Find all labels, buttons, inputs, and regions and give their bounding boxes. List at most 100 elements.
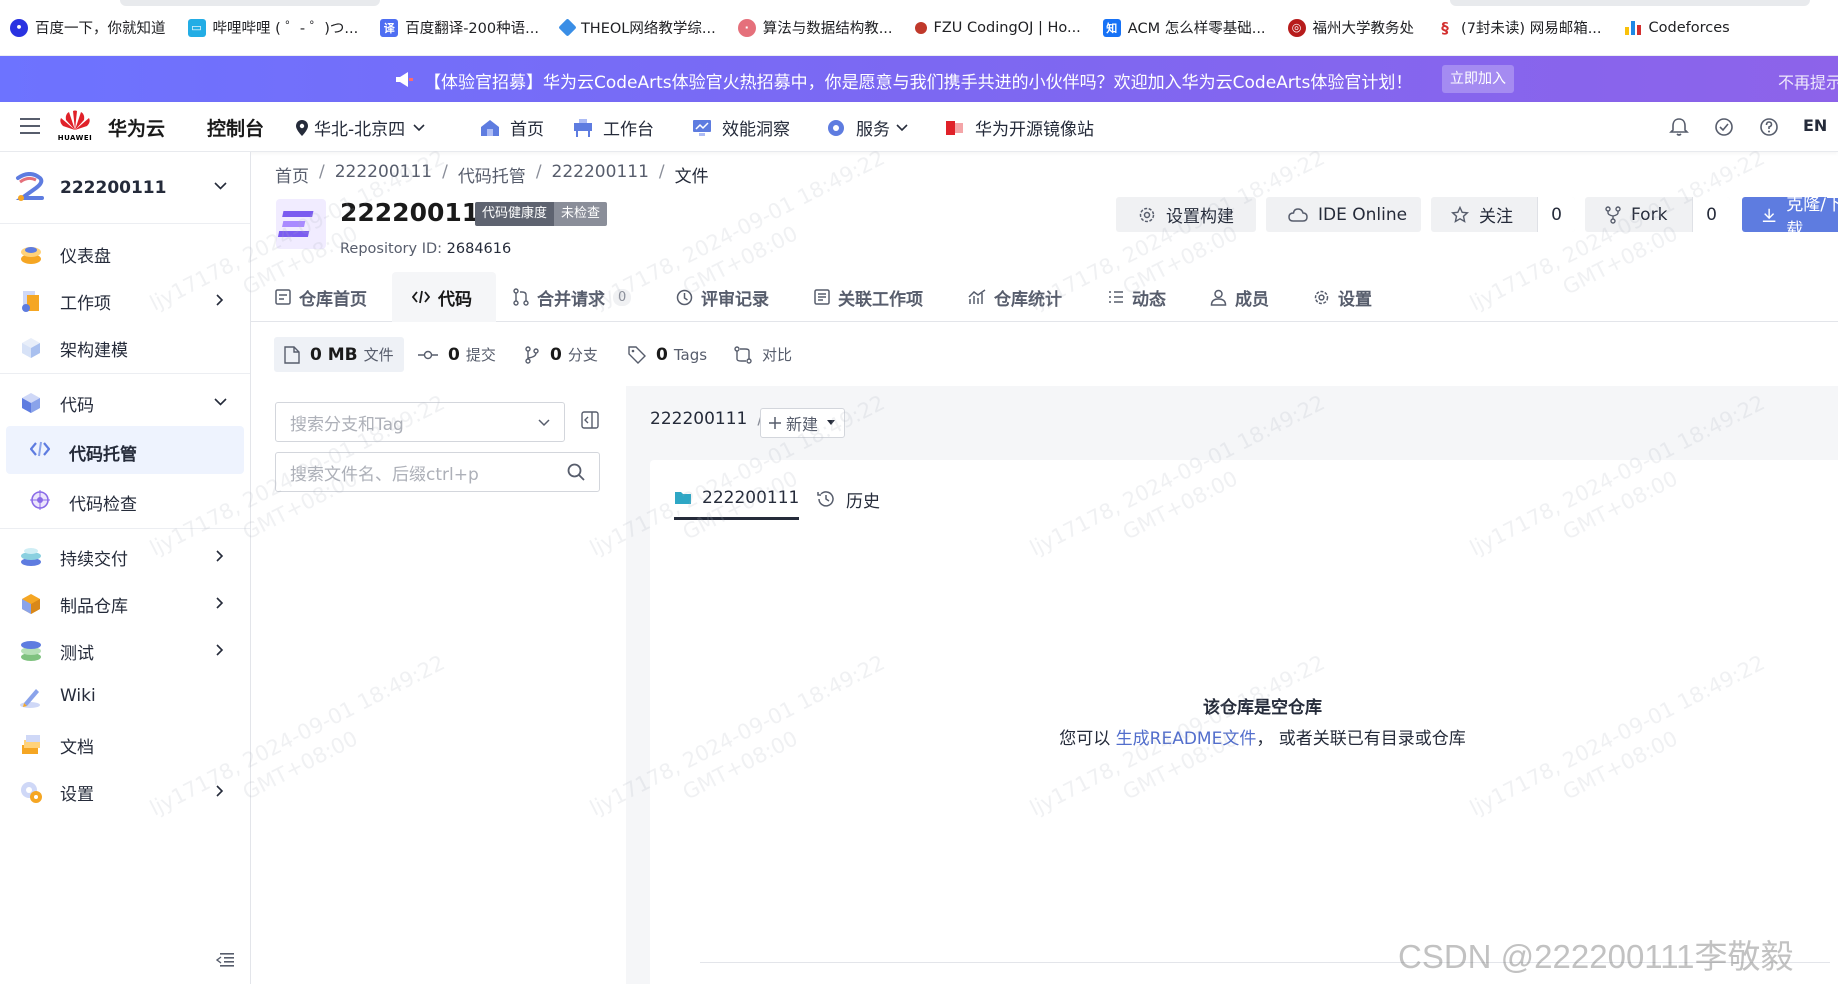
sidebar-subitem-code-check[interactable]: 代码检查: [6, 476, 244, 524]
delivery-stack-icon: [21, 548, 41, 566]
artifact-box-icon: [22, 594, 40, 614]
nav-services[interactable]: 服务: [826, 115, 908, 140]
bookmark-course[interactable]: · 算法与数据结构教...: [737, 17, 893, 38]
empty-repo-description: 您可以 生成README文件， 或者关联已有目录或仓库: [1059, 729, 1466, 749]
sidebar-item-workitems[interactable]: 工作项: [0, 277, 250, 323]
sidebar-item-settings[interactable]: 设置: [0, 768, 250, 814]
nav-workbench[interactable]: 工作台: [573, 115, 654, 140]
baidu-paw-icon: •: [10, 18, 28, 37]
stat-compare[interactable]: 对比: [734, 337, 792, 372]
announcement-message: 【体验官招募】华为云CodeArts体验官火热招募中，你是愿意与我们携手共进的小…: [424, 73, 1413, 93]
sidebar-item-dashboard[interactable]: 仪表盘: [0, 230, 250, 276]
tab-settings[interactable]: 设置: [1313, 272, 1372, 322]
sidebar-divider: [0, 373, 250, 374]
bookmark-fzu-oj[interactable]: FZU CodingOJ | Ho...: [914, 20, 1081, 36]
csdn-watermark: CSDN @222200111李敬毅: [1398, 938, 1794, 975]
chevron-down-icon: [214, 182, 227, 190]
translate-icon: 译: [380, 18, 399, 37]
new-file-button[interactable]: 新建: [760, 408, 846, 438]
tab-code[interactable]: 代码: [392, 272, 496, 322]
sidebar-item-docs[interactable]: 文档: [0, 721, 250, 767]
breadcrumb-home[interactable]: 首页: [275, 162, 309, 187]
join-button[interactable]: 立即加入: [1442, 65, 1514, 93]
nav-open-source-mirror[interactable]: 华为开源镜像站: [945, 115, 1094, 140]
stat-files[interactable]: 0 MB 文件: [274, 337, 404, 372]
clone-download-button[interactable]: 克隆/下载: [1742, 195, 1838, 240]
bilibili-tv-icon: ▭: [187, 18, 206, 37]
code-cube-icon: [22, 393, 40, 413]
bookmark-zhihu[interactable]: 知 ACM 怎么样零基础...: [1102, 17, 1266, 38]
dismiss-link[interactable]: 不再提示: [1778, 69, 1838, 93]
project-selector[interactable]: 222200111: [0, 152, 250, 224]
workbench-icon: [574, 118, 592, 137]
file-path-bar: 222200111 /: [650, 409, 773, 429]
health-badge[interactable]: 代码健康度 未检查: [475, 202, 608, 226]
fork-button[interactable]: Fork 0: [1585, 197, 1730, 232]
stat-branches[interactable]: 0 分支: [524, 337, 598, 372]
gear-icon: [1314, 290, 1329, 304]
settings-build-button[interactable]: 设置构建: [1116, 197, 1256, 232]
caret-down-icon: [827, 420, 836, 425]
chevron-right-icon: [216, 785, 224, 797]
activity-list-icon: [1109, 291, 1123, 303]
sidebar-item-architecture[interactable]: 架构建模: [0, 324, 250, 370]
bookmark-bilibili[interactable]: ▭ 哔哩哔哩 ( ゜- ゜)つ...: [187, 17, 358, 38]
region-selector[interactable]: 华北-北京四: [296, 115, 425, 140]
hamburger-menu-icon[interactable]: [20, 117, 40, 135]
bookmark-codeforces[interactable]: Codeforces: [1623, 18, 1730, 37]
nav-home[interactable]: 首页: [480, 115, 544, 140]
ide-online-button[interactable]: IDE Online: [1266, 197, 1421, 232]
stat-commits[interactable]: 0 提交: [418, 337, 496, 372]
generate-readme-link[interactable]: 生成README文件: [1116, 729, 1257, 749]
tab-merge-requests[interactable]: 合并请求 0: [513, 272, 632, 322]
tab-activity[interactable]: 动态: [1108, 272, 1166, 322]
branch-tag-search[interactable]: 搜索分支和Tag: [275, 402, 565, 442]
repo-avatar-icon: [276, 199, 326, 249]
file-search-input[interactable]: 搜索文件名、后缀ctrl+p: [275, 452, 600, 492]
sidebar-item-wiki[interactable]: Wiki: [0, 674, 250, 720]
watch-button[interactable]: 关注 0: [1431, 197, 1575, 232]
history-clock-icon: [817, 491, 834, 507]
plus-icon: [769, 417, 781, 429]
zhihu-icon: 知: [1102, 18, 1121, 37]
tab-history[interactable]: 历史: [816, 478, 880, 520]
breadcrumb-project[interactable]: 222200111: [335, 162, 432, 187]
help-icon[interactable]: [1759, 117, 1779, 137]
bookmark-fzu-jwc[interactable]: ◎ 福州大学教务处: [1287, 17, 1414, 38]
tab-members[interactable]: 成员: [1210, 272, 1269, 322]
bookmark-baidu[interactable]: • 百度一下，你就知道: [10, 17, 166, 38]
netease-icon: §: [1436, 18, 1455, 37]
tab-review-records[interactable]: 评审记录: [676, 272, 769, 322]
tab-files[interactable]: 222200111: [674, 478, 800, 520]
project-avatar-icon: [15, 172, 44, 201]
insights-monitor-icon: [693, 119, 711, 136]
language-switch[interactable]: EN: [1803, 116, 1827, 135]
search-icon: [567, 463, 585, 481]
sidebar-item-artifacts[interactable]: 制品仓库: [0, 580, 250, 626]
compare-icon: [734, 345, 752, 364]
path-root[interactable]: 222200111: [650, 409, 747, 429]
task-check-icon[interactable]: [1714, 117, 1734, 137]
bookmark-netease-mail[interactable]: § (7封未读) 网易邮箱...: [1436, 17, 1602, 38]
tab-repo-home[interactable]: 仓库首页: [275, 272, 367, 322]
sidebar-item-code[interactable]: 代码: [0, 379, 250, 425]
sidebar-item-delivery[interactable]: 持续交付: [0, 533, 250, 579]
nav-insights[interactable]: 效能洞察: [692, 115, 790, 140]
sidebar-item-testing[interactable]: 测试: [0, 627, 250, 673]
breadcrumb-repo[interactable]: 222200111: [552, 162, 649, 187]
breadcrumb-code-hosting[interactable]: 代码托管: [458, 162, 526, 187]
bell-icon[interactable]: [1669, 117, 1689, 137]
panel-toggle-icon[interactable]: [581, 411, 599, 429]
huawei-logo[interactable]: HUAWEI: [57, 110, 93, 142]
tab-linked-workitems[interactable]: 关联工作项: [814, 272, 923, 322]
sidebar-subitem-code-hosting[interactable]: 代码托管: [6, 426, 244, 474]
tab-repo-stats[interactable]: 仓库统计: [968, 272, 1062, 322]
console-link[interactable]: 控制台: [207, 114, 264, 141]
stat-tags[interactable]: 0 Tags: [628, 337, 707, 372]
course-icon: ·: [737, 18, 756, 37]
brand-name[interactable]: 华为云: [108, 114, 165, 141]
bookmark-baidu-translate[interactable]: 译 百度翻译-200种语...: [380, 17, 539, 38]
collapse-sidebar-icon[interactable]: [216, 952, 234, 968]
bookmark-theol[interactable]: THEOL网络教学综...: [558, 17, 716, 38]
empty-repo-title: 该仓库是空仓库: [1203, 698, 1322, 718]
